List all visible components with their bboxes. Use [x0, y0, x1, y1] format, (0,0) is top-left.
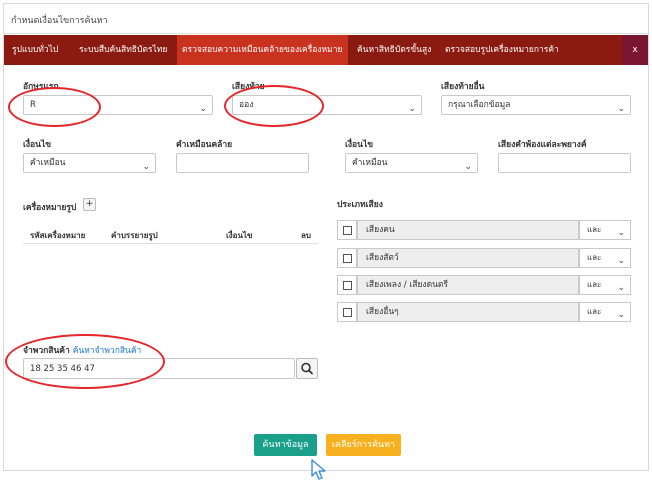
- last-sound-label: เสียงท้าย: [232, 82, 265, 92]
- sound-music-label: เสียงเพลง / เสียงดนตรี: [357, 275, 579, 295]
- search-icon: [301, 362, 313, 375]
- sound-human-operator-select[interactable]: และ ⌄: [579, 220, 631, 240]
- chevron-down-icon: ⌄: [617, 256, 625, 266]
- last-sound-value: ออง: [239, 100, 254, 110]
- other-last-sound-value: กรุณาเลือกข้อมูล: [448, 100, 511, 110]
- sound-type-row: เสียงอื่นๆ และ ⌄: [337, 302, 631, 322]
- sound-human-label: เสียงคน: [357, 220, 579, 240]
- column-header-delete: ลบ: [301, 231, 311, 240]
- sound-type-row: เสียงเพลง / เสียงดนตรี และ ⌄: [337, 275, 631, 295]
- chevron-down-icon: ⌄: [199, 104, 207, 114]
- sound-music-operator-select[interactable]: และ ⌄: [579, 275, 631, 295]
- condition2-value: คำเหมือน: [352, 158, 388, 168]
- similar-word-input[interactable]: [176, 153, 309, 173]
- tab-trademark-similarity[interactable]: ตรวจสอบความเหมือนคล้ายของเครื่องหมาย: [177, 35, 348, 65]
- chevron-down-icon: ⌄: [408, 104, 416, 114]
- chevron-down-icon: ⌄: [617, 310, 625, 320]
- mark-figures-label: เครื่องหมายรูป: [23, 203, 77, 213]
- sound-other-checkbox[interactable]: [337, 302, 357, 322]
- tab-general[interactable]: รูปแบบทั่วไป: [7, 35, 63, 65]
- condition1-label: เงื่อนไข: [23, 140, 52, 150]
- chevron-down-icon: ⌄: [617, 228, 625, 238]
- table-divider: [23, 243, 318, 244]
- other-last-sound-select[interactable]: กรุณาเลือกข้อมูล ⌄: [441, 95, 631, 115]
- sound-other-label: เสียงอื่นๆ: [357, 302, 579, 322]
- other-last-sound-label: เสียงท้ายอื่น: [441, 82, 485, 92]
- operator-value: และ: [587, 253, 602, 262]
- condition1-value: คำเหมือน: [30, 158, 66, 168]
- tab-bar: รูปแบบทั่วไป ระบบสืบค้นสิทธิบัตรไทย ตรวจ…: [4, 35, 648, 65]
- operator-value: และ: [587, 225, 602, 234]
- close-icon[interactable]: x: [622, 35, 648, 65]
- panel-title: กำหนดเงื่อนไขการค้นหา: [4, 4, 648, 34]
- chevron-down-icon: ⌄: [617, 283, 625, 293]
- goods-class-label: จำพวกสินค้า ค้นหาจำพวกสินค้า: [23, 343, 141, 357]
- sound-music-checkbox[interactable]: [337, 275, 357, 295]
- column-header-condition: เงื่อนไข: [226, 231, 253, 240]
- add-figure-button[interactable]: +: [83, 198, 96, 211]
- sound-animal-checkbox[interactable]: [337, 248, 357, 268]
- syllable-sound-label: เสียงคำพ้องแต่ละพยางค์: [498, 140, 587, 150]
- search-goods-class-link[interactable]: ค้นหาจำพวกสินค้า: [73, 346, 142, 356]
- sound-other-operator-select[interactable]: และ ⌄: [579, 302, 631, 322]
- syllable-sound-input[interactable]: [498, 153, 631, 173]
- sound-type-label: ประเภทเสียง: [337, 200, 383, 210]
- column-header-mark-code: รหัสเครื่องหมาย: [30, 231, 86, 240]
- chevron-down-icon: ⌄: [142, 162, 150, 172]
- mouse-pointer-icon: [311, 459, 326, 480]
- sound-animal-operator-select[interactable]: และ ⌄: [579, 248, 631, 268]
- tab-trademark-image[interactable]: ตรวจสอบรูปเครื่องหมายการค้า: [440, 35, 564, 65]
- clear-search-button[interactable]: เคลียร์การค้นหา: [326, 434, 401, 456]
- similar-word-label: คำเหมือนคล้าย: [176, 140, 233, 150]
- tab-advanced-patent[interactable]: ค้นหาสิทธิบัตรขั้นสูง: [352, 35, 436, 65]
- condition2-select[interactable]: คำเหมือน ⌄: [345, 153, 478, 173]
- tab-thai-patent[interactable]: ระบบสืบค้นสิทธิบัตรไทย: [74, 35, 172, 65]
- condition2-label: เงื่อนไข: [345, 140, 374, 150]
- goods-class-search-button[interactable]: [296, 358, 318, 379]
- last-sound-select[interactable]: ออง ⌄: [232, 95, 422, 115]
- column-header-description: คำบรรยายรูป: [111, 231, 158, 240]
- operator-value: และ: [587, 280, 602, 289]
- first-letter-select[interactable]: R ⌄: [23, 95, 213, 115]
- goods-class-input[interactable]: [23, 358, 295, 379]
- sound-type-row: เสียงคน และ ⌄: [337, 220, 631, 240]
- search-button[interactable]: ค้นหาข้อมูล: [254, 434, 317, 456]
- chevron-down-icon: ⌄: [617, 104, 625, 114]
- chevron-down-icon: ⌄: [464, 162, 472, 172]
- first-letter-value: R: [30, 100, 36, 110]
- sound-human-checkbox[interactable]: [337, 220, 357, 240]
- sound-type-row: เสียงสัตว์ และ ⌄: [337, 248, 631, 268]
- goods-class-label-text: จำพวกสินค้า: [23, 346, 70, 356]
- first-letter-label: อักษรแรก: [23, 82, 59, 92]
- condition1-select[interactable]: คำเหมือน ⌄: [23, 153, 156, 173]
- sound-animal-label: เสียงสัตว์: [357, 248, 579, 268]
- operator-value: และ: [587, 307, 602, 316]
